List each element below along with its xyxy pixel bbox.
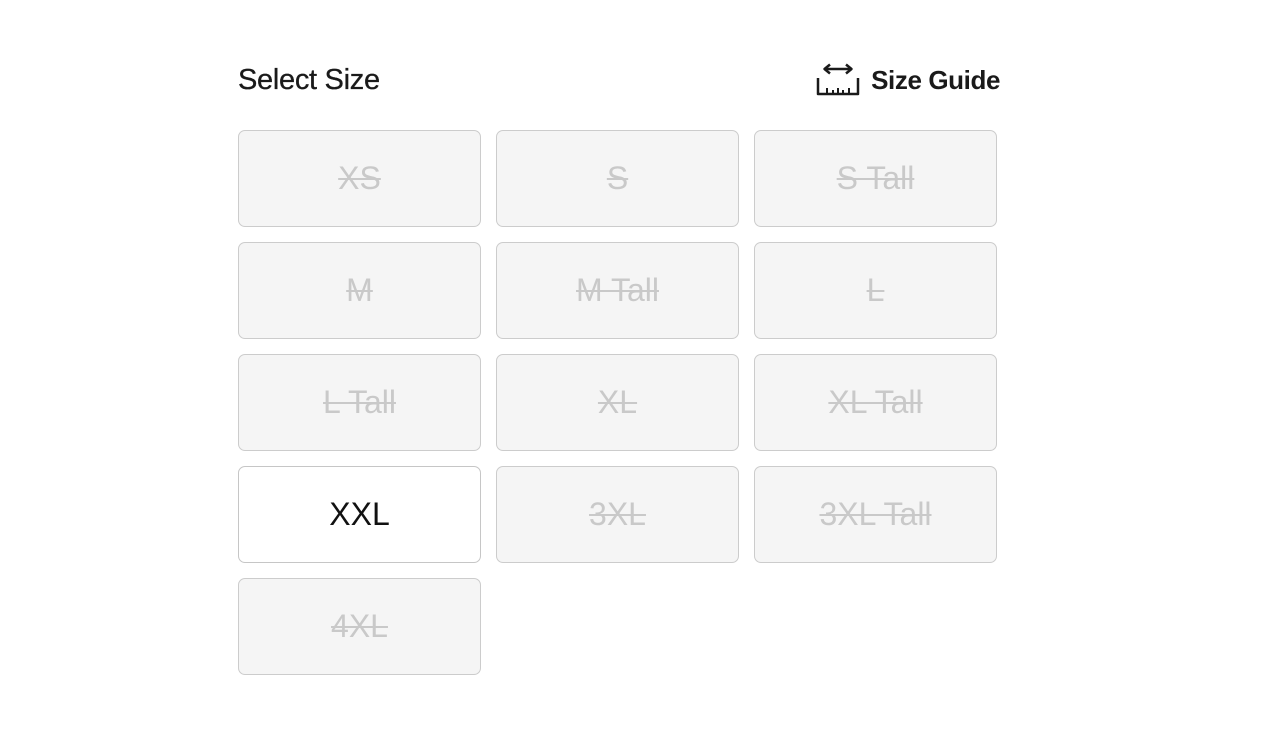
size-option-m: M: [238, 242, 481, 339]
size-selector: Select Size Size Guide XS S S Tall M M T…: [238, 56, 1001, 675]
size-option-l-tall: L Tall: [238, 354, 481, 451]
size-option-xs: XS: [238, 130, 481, 227]
size-option-xl-tall: XL Tall: [754, 354, 997, 451]
size-guide-label: Size Guide: [871, 64, 1000, 95]
size-option-xxl[interactable]: XXL: [238, 466, 481, 563]
size-option-s: S: [496, 130, 739, 227]
size-option-m-tall: M Tall: [496, 242, 739, 339]
size-option-xl: XL: [496, 354, 739, 451]
size-selector-header: Select Size Size Guide: [238, 56, 1001, 104]
size-option-3xl-tall: 3XL Tall: [754, 466, 997, 563]
size-selector-title: Select Size: [238, 63, 380, 96]
size-option-3xl: 3XL: [496, 466, 739, 563]
size-grid: XS S S Tall M M Tall L L Tall XL XL Tall…: [238, 130, 997, 675]
ruler-icon: [816, 63, 860, 96]
size-option-4xl: 4XL: [238, 578, 481, 675]
size-guide-link[interactable]: Size Guide: [815, 63, 1000, 97]
size-option-s-tall: S Tall: [754, 130, 997, 227]
size-option-l: L: [754, 242, 997, 339]
